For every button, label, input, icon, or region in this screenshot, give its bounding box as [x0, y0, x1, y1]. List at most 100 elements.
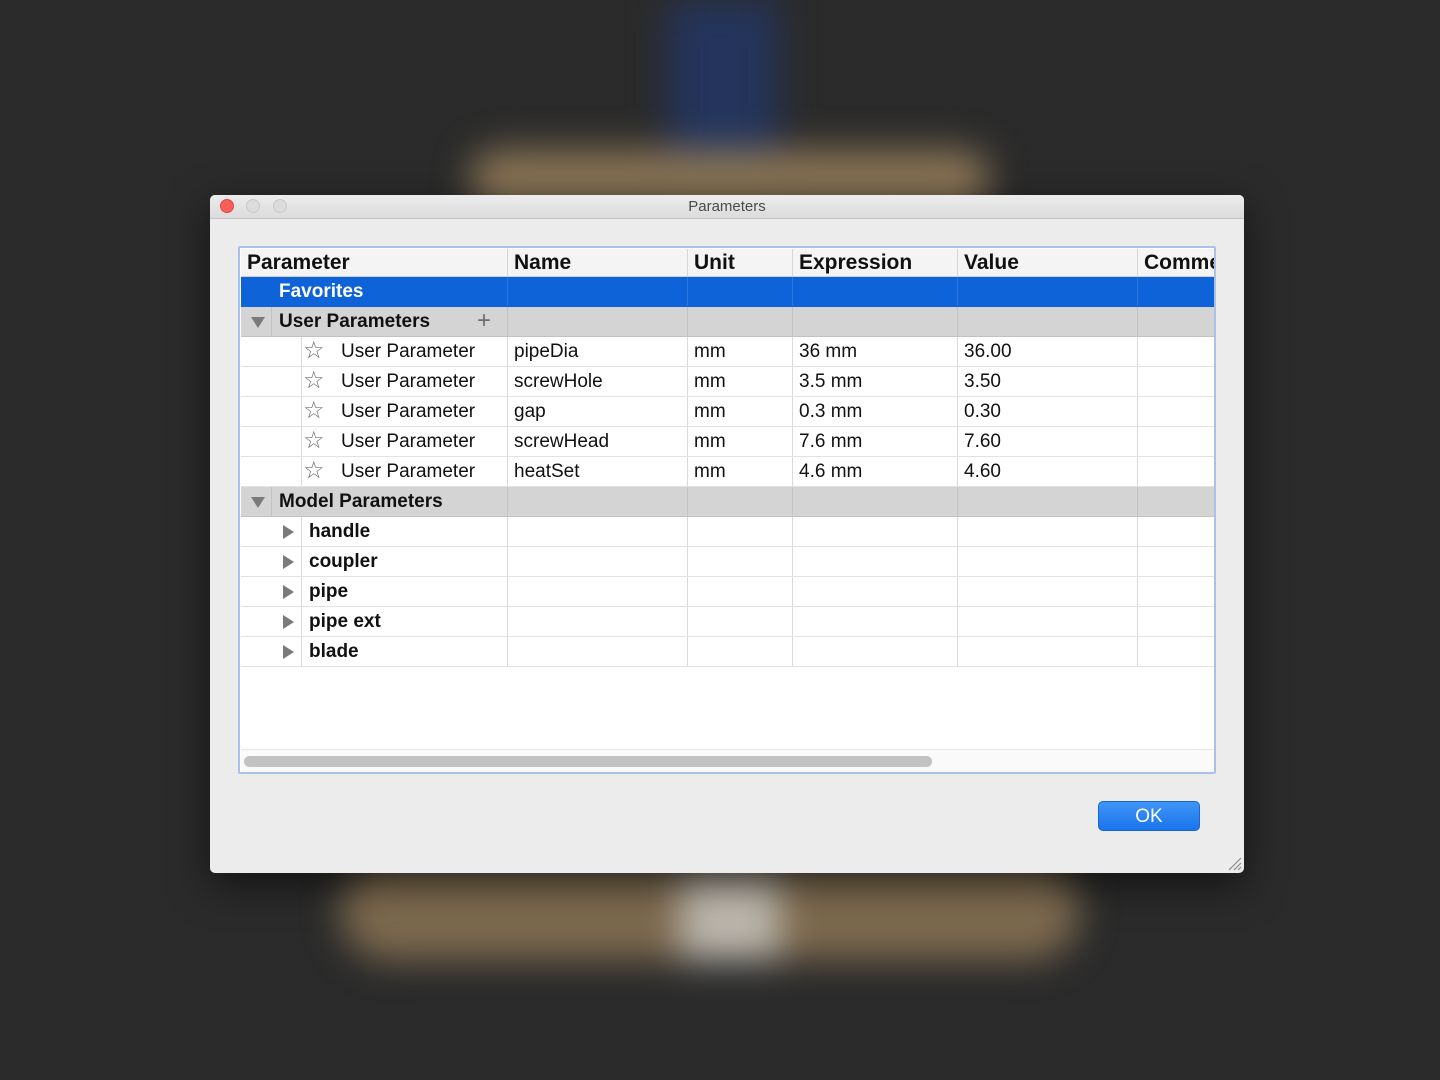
parameter-type: User Parameter: [341, 461, 476, 482]
empty-cell: [1137, 277, 1214, 306]
horizontal-scrollbar[interactable]: [241, 749, 1214, 772]
component-cell: blade: [241, 637, 507, 666]
user-parameters-group-row[interactable]: User Parameters +: [241, 307, 1214, 337]
indent-guide: [301, 367, 302, 396]
empty-cell: [957, 277, 1137, 306]
parameter-cell: ☆ User Parameter: [241, 397, 507, 426]
component-row-handle[interactable]: handle: [241, 517, 1214, 547]
parameter-type: User Parameter: [341, 431, 476, 452]
column-header-unit[interactable]: Unit: [687, 249, 792, 276]
expand-component-icon[interactable]: [283, 525, 294, 539]
table-row[interactable]: ☆ User Parameter gap mm 0.3 mm 0.30: [241, 397, 1214, 427]
expression-cell[interactable]: 36 mm: [792, 337, 957, 366]
expand-user-parameters-icon[interactable]: [251, 317, 265, 328]
indent-guide: [271, 307, 272, 336]
name-cell[interactable]: screwHead: [507, 427, 687, 456]
star-favorite-icon[interactable]: ☆: [303, 367, 325, 395]
name-cell[interactable]: gap: [507, 397, 687, 426]
expression-cell[interactable]: 0.3 mm: [792, 397, 957, 426]
empty-cell: [792, 277, 957, 306]
comment-cell[interactable]: [1137, 457, 1214, 486]
resize-grip-icon[interactable]: [1226, 855, 1242, 871]
empty-cell: [687, 307, 792, 336]
table-row[interactable]: ☆ User Parameter pipeDia mm 36 mm 36.00: [241, 337, 1214, 367]
empty-cell: [792, 577, 957, 606]
expand-component-icon[interactable]: [283, 645, 294, 659]
model-parameters-group-row[interactable]: Model Parameters: [241, 487, 1214, 517]
empty-cell: [957, 577, 1137, 606]
component-row-pipe-ext[interactable]: pipe ext: [241, 607, 1214, 637]
value-cell: 7.60: [957, 427, 1137, 456]
parameter-type: User Parameter: [341, 341, 476, 362]
expand-component-icon[interactable]: [283, 585, 294, 599]
indent-guide: [301, 427, 302, 456]
component-cell: handle: [241, 517, 507, 546]
unit-cell[interactable]: mm: [687, 457, 792, 486]
component-label: pipe ext: [309, 611, 381, 632]
expand-model-parameters-icon[interactable]: [251, 497, 265, 508]
name-cell[interactable]: pipeDia: [507, 337, 687, 366]
column-header-parameter[interactable]: Parameter: [241, 249, 507, 276]
favorites-row[interactable]: Favorites: [241, 277, 1214, 307]
value-cell: 0.30: [957, 397, 1137, 426]
empty-cell: [507, 547, 687, 576]
component-row-pipe[interactable]: pipe: [241, 577, 1214, 607]
parameter-cell: ☆ User Parameter: [241, 427, 507, 456]
parameters-grid: Parameter Name Unit Expression Value Com…: [241, 249, 1214, 667]
star-favorite-icon[interactable]: ☆: [303, 427, 325, 455]
column-header-expression[interactable]: Expression: [792, 249, 957, 276]
expand-component-icon[interactable]: [283, 615, 294, 629]
expression-cell[interactable]: 7.6 mm: [792, 427, 957, 456]
expression-cell[interactable]: 3.5 mm: [792, 367, 957, 396]
ok-button[interactable]: OK: [1098, 801, 1200, 831]
model-block: [680, 870, 780, 960]
component-label: pipe: [309, 581, 349, 602]
unit-cell[interactable]: mm: [687, 427, 792, 456]
horizontal-scrollbar-thumb[interactable]: [244, 756, 932, 767]
name-cell[interactable]: heatSet: [507, 457, 687, 486]
title-bar[interactable]: Parameters: [210, 195, 1244, 219]
unit-cell[interactable]: mm: [687, 397, 792, 426]
component-label: coupler: [309, 551, 378, 572]
empty-cell: [792, 517, 957, 546]
comment-cell[interactable]: [1137, 397, 1214, 426]
empty-cell: [687, 487, 792, 516]
table-row[interactable]: ☆ User Parameter screwHead mm 7.6 mm 7.6…: [241, 427, 1214, 457]
component-row-blade[interactable]: blade: [241, 637, 1214, 667]
comment-cell[interactable]: [1137, 337, 1214, 366]
empty-cell: [957, 307, 1137, 336]
empty-cell: [507, 307, 687, 336]
empty-cell: [1137, 547, 1214, 576]
empty-cell: [1137, 577, 1214, 606]
unit-cell[interactable]: mm: [687, 367, 792, 396]
empty-cell: [957, 637, 1137, 666]
value-cell: 4.60: [957, 457, 1137, 486]
component-label: handle: [309, 521, 371, 542]
column-header-comment[interactable]: Comme: [1137, 249, 1214, 276]
table-header: Parameter Name Unit Expression Value Com…: [241, 249, 1214, 277]
empty-cell: [957, 487, 1137, 516]
empty-cell: [792, 487, 957, 516]
indent-guide: [271, 487, 272, 516]
empty-cell: [792, 607, 957, 636]
component-cell: pipe ext: [241, 607, 507, 636]
add-parameter-icon[interactable]: +: [477, 307, 491, 334]
name-cell[interactable]: screwHole: [507, 367, 687, 396]
component-row-coupler[interactable]: coupler: [241, 547, 1214, 577]
empty-cell: [687, 577, 792, 606]
star-favorite-icon[interactable]: ☆: [303, 397, 325, 425]
column-header-value[interactable]: Value: [957, 249, 1137, 276]
table-row[interactable]: ☆ User Parameter heatSet mm 4.6 mm 4.60: [241, 457, 1214, 487]
indent-guide: [301, 397, 302, 426]
comment-cell[interactable]: [1137, 367, 1214, 396]
star-favorite-icon[interactable]: ☆: [303, 337, 325, 365]
comment-cell[interactable]: [1137, 427, 1214, 456]
expand-component-icon[interactable]: [283, 555, 294, 569]
column-header-name[interactable]: Name: [507, 249, 687, 276]
empty-cell: [792, 547, 957, 576]
expression-cell[interactable]: 4.6 mm: [792, 457, 957, 486]
table-row[interactable]: ☆ User Parameter screwHole mm 3.5 mm 3.5…: [241, 367, 1214, 397]
star-favorite-icon[interactable]: ☆: [303, 457, 325, 485]
unit-cell[interactable]: mm: [687, 337, 792, 366]
empty-cell: [1137, 487, 1214, 516]
